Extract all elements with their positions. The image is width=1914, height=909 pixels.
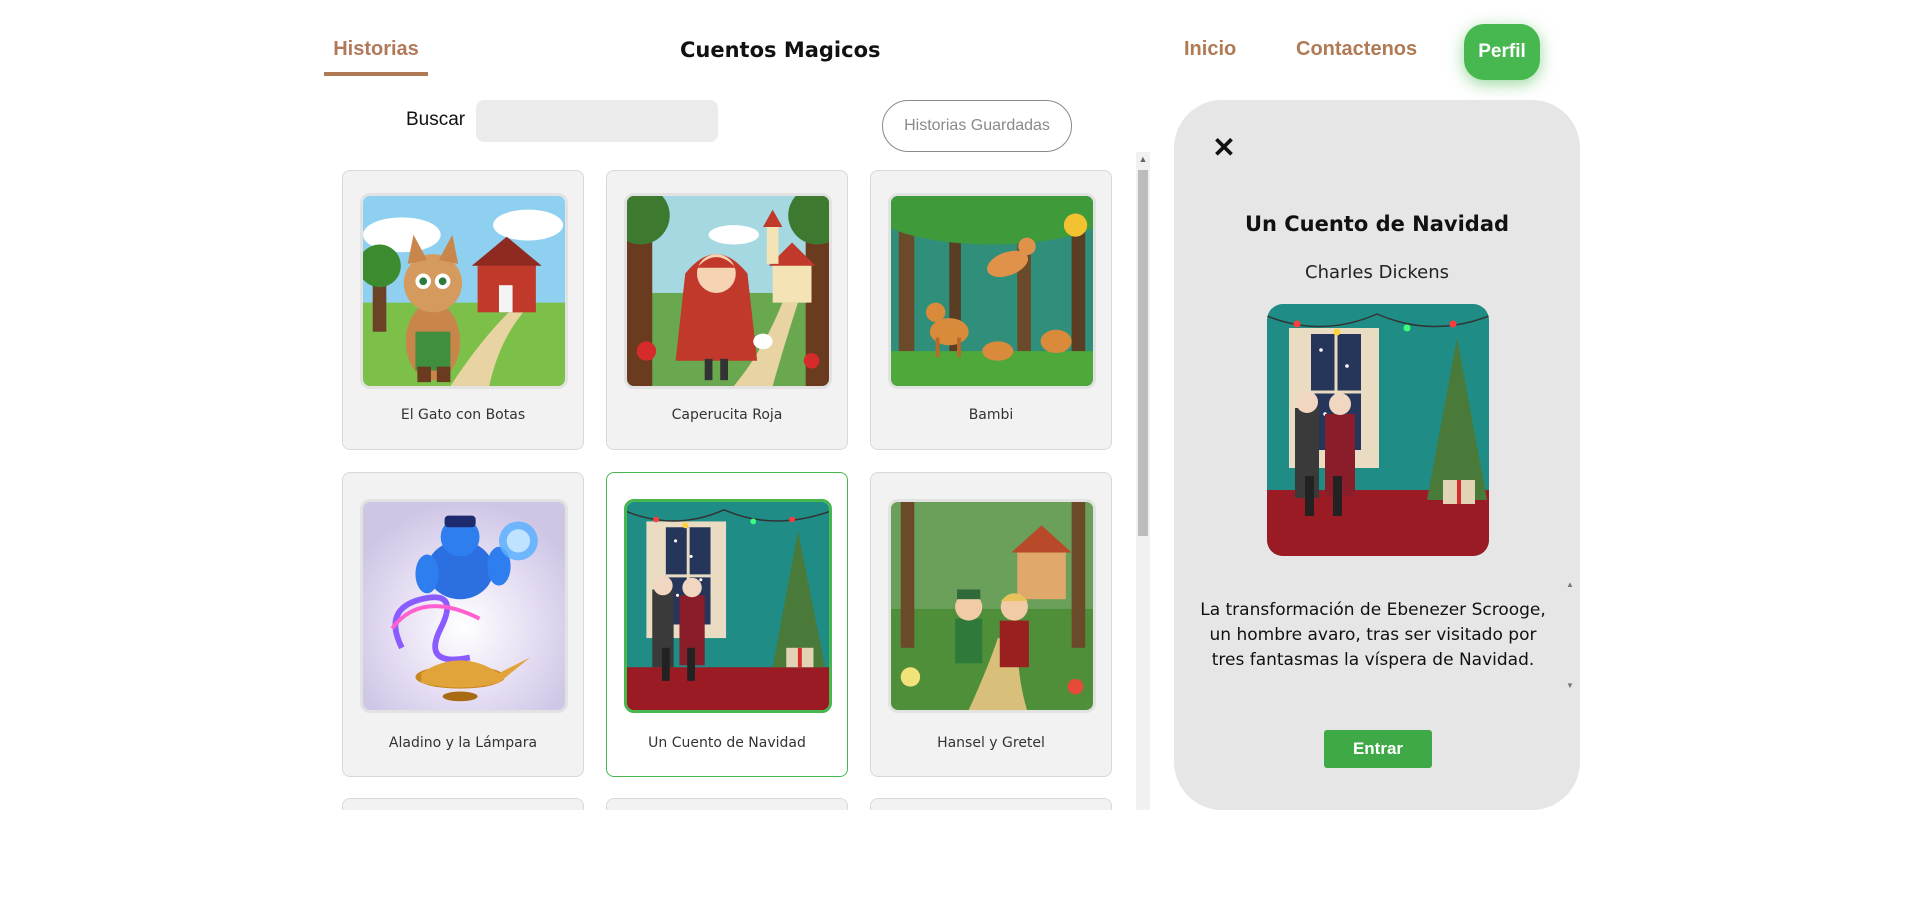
search-label: Buscar — [406, 109, 466, 130]
tab-historias[interactable]: Historias — [324, 24, 428, 76]
detail-description: La transformación de Ebenezer Scrooge, u… — [1200, 600, 1546, 670]
hansel-gretel-image — [888, 499, 1096, 713]
christmas-carol-cover-image — [1267, 304, 1489, 556]
cat-in-boots-image — [360, 193, 568, 389]
story-card[interactable] — [606, 798, 848, 810]
story-title: Un Cuento de Navidad — [648, 735, 806, 751]
story-card-gato-con-botas[interactable]: El Gato con Botas — [342, 170, 584, 450]
detail-title: Un Cuento de Navidad — [1244, 212, 1510, 236]
story-card-cuento-de-navidad[interactable]: Un Cuento de Navidad — [606, 472, 848, 777]
description-scrollbar[interactable]: ▲ ▼ — [1564, 580, 1576, 690]
little-red-riding-hood-image — [624, 193, 832, 389]
enter-button[interactable]: Entrar — [1324, 730, 1432, 768]
story-title: Caperucita Roja — [671, 407, 783, 423]
genie-lamp-image — [360, 499, 568, 713]
story-grid: El Gato con Botas Caperucita Roja Bambi … — [330, 170, 1120, 810]
close-icon[interactable]: ✕ — [1210, 134, 1238, 162]
deer-forest-image — [888, 193, 1096, 389]
tab-historias-label: Historias — [333, 38, 419, 60]
story-title: El Gato con Botas — [400, 407, 526, 423]
nav-contactenos-link[interactable]: Contactenos — [1296, 38, 1417, 61]
saved-stories-button[interactable]: Historias Guardadas — [882, 100, 1072, 152]
story-card-bambi[interactable]: Bambi — [870, 170, 1112, 450]
app-title: Cuentos Magicos — [680, 38, 881, 62]
story-title: Hansel y Gretel — [937, 735, 1045, 751]
story-detail-panel: ✕ Un Cuento de Navidad Charles Dickens L… — [1174, 100, 1580, 810]
story-card-caperucita-roja[interactable]: Caperucita Roja — [606, 170, 848, 450]
search-input[interactable] — [476, 100, 718, 142]
nav-inicio-link[interactable]: Inicio — [1184, 38, 1236, 61]
story-card-hansel-gretel[interactable]: Hansel y Gretel — [870, 472, 1112, 777]
grid-scrollbar-thumb[interactable] — [1138, 170, 1148, 536]
scroll-up-arrow-icon[interactable]: ▲ — [1136, 152, 1150, 166]
scroll-up-arrow-icon[interactable]: ▲ — [1564, 580, 1576, 589]
detail-author: Charles Dickens — [1305, 262, 1449, 283]
story-card[interactable] — [342, 798, 584, 810]
scroll-down-arrow-icon[interactable]: ▼ — [1564, 681, 1576, 690]
story-title: Bambi — [968, 407, 1014, 423]
story-title: Aladino y la Lámpara — [388, 735, 538, 751]
story-card[interactable] — [870, 798, 1112, 810]
christmas-carol-image — [624, 499, 832, 713]
story-card-aladino[interactable]: Aladino y la Lámpara — [342, 472, 584, 777]
perfil-button[interactable]: Perfil — [1464, 24, 1540, 80]
